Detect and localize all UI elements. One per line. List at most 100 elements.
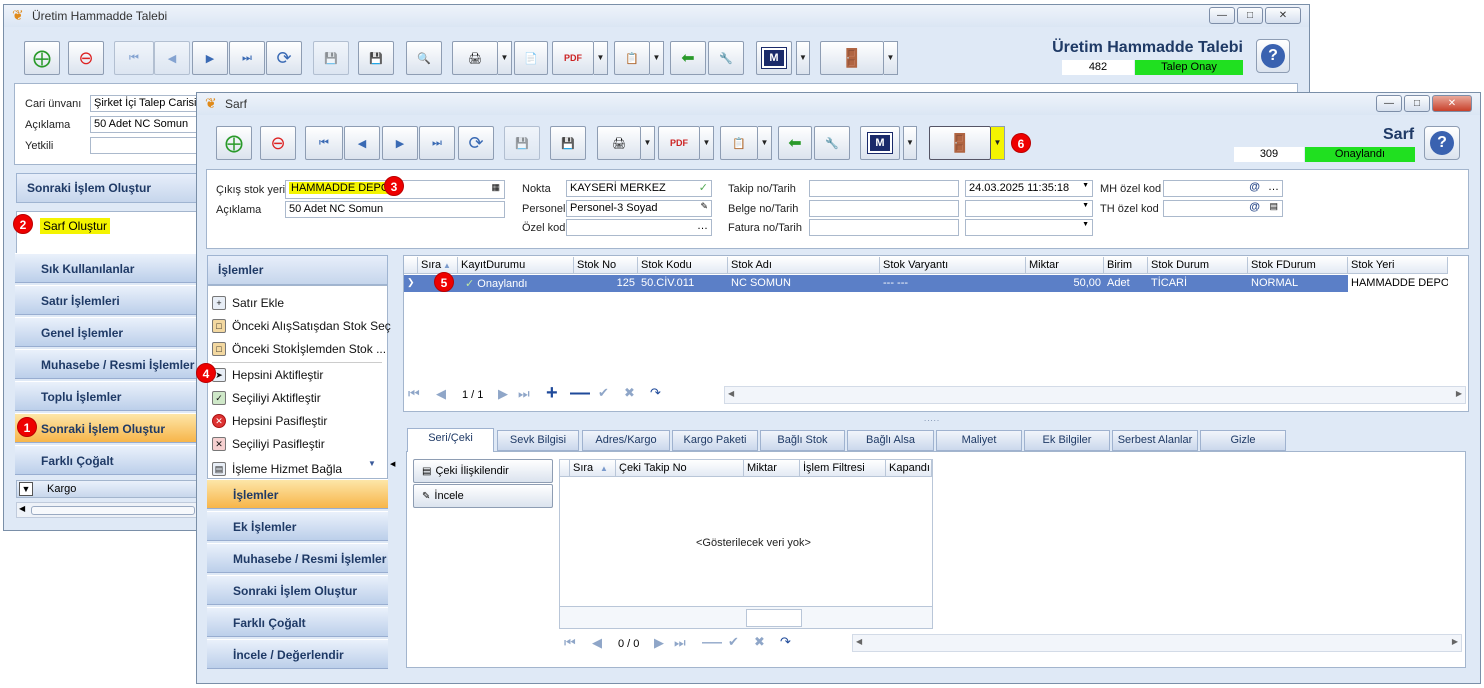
minimize-button[interactable]: — xyxy=(1376,95,1402,112)
tab-seri[interactable]: Seri/Çeki xyxy=(407,428,494,452)
exit-dropdown[interactable]: ▼ xyxy=(991,126,1005,160)
front-nav-islemler[interactable]: İşlemler xyxy=(207,479,388,509)
next-page-icon[interactable]: ▶ xyxy=(498,386,508,402)
mh-field[interactable]: @… xyxy=(1163,180,1283,197)
back-aciklama-field[interactable]: 50 Adet NC Somun xyxy=(90,116,210,133)
action-hepsini-aktif[interactable]: ➤ Hepsini Aktifleştir xyxy=(212,368,323,382)
col-stokyeri[interactable]: Stok Yeri xyxy=(1348,257,1448,274)
action-satir-ekle[interactable]: + Satır Ekle xyxy=(212,296,284,310)
at-icon[interactable]: @ xyxy=(1249,181,1260,193)
back-hscroll[interactable]: ◀ xyxy=(16,502,198,518)
help-button[interactable]: ? xyxy=(1424,126,1460,160)
back-nav-muhasebe[interactable]: Muhasebe / Resmi İşlemler xyxy=(15,349,197,379)
lookup-icon[interactable]: ▦ xyxy=(491,182,500,193)
seri-col-ceki[interactable]: Çeki Takip No xyxy=(616,460,744,477)
belge-no-field[interactable] xyxy=(809,200,959,217)
cancel-icon[interactable]: ✖ xyxy=(754,634,765,650)
print-dropdown[interactable]: ▼ xyxy=(641,126,655,160)
undo-icon[interactable]: ↷ xyxy=(780,634,791,650)
front-nav-muhasebe[interactable]: Muhasebe / Resmi İşlemler xyxy=(207,543,388,573)
last-page-icon[interactable]: ⏭ xyxy=(518,386,530,402)
incele-button[interactable]: ✎ İncele xyxy=(413,484,553,508)
last-record-button[interactable]: ⏭ xyxy=(229,41,265,75)
next-record-button[interactable]: ▶ xyxy=(192,41,228,75)
back-nav-sik[interactable]: Sık Kullanılanlar xyxy=(15,253,197,283)
ellipsis-icon[interactable]: … xyxy=(1268,181,1279,193)
first-page-icon[interactable]: ⏮ xyxy=(564,635,576,651)
cari-field[interactable]: Şirket İçi Talep Carisi xyxy=(90,95,210,112)
next-page-icon[interactable]: ▶ xyxy=(654,635,664,651)
front-nav-farkli[interactable]: Farklı Çoğalt xyxy=(207,607,388,637)
takip-no-field[interactable] xyxy=(809,180,959,197)
personel-field[interactable]: Personel-3 Soyad ✎ xyxy=(566,200,712,217)
print-button[interactable]: 🖨 xyxy=(597,126,641,160)
add-icon[interactable]: + xyxy=(546,382,558,405)
back-arrow-button[interactable]: ⬅ xyxy=(670,41,706,75)
refresh-button[interactable]: ⟳ xyxy=(458,126,494,160)
actions-scroll-down-icon[interactable]: ▼ xyxy=(368,459,376,468)
first-record-button[interactable]: ⏮ xyxy=(305,126,343,160)
collapse-icon[interactable]: ▼ xyxy=(19,482,33,496)
fatura-date-field[interactable]: ▼ xyxy=(965,219,1093,236)
maximize-button[interactable]: □ xyxy=(1404,95,1430,112)
front-left-divider[interactable]: ◀ xyxy=(390,255,398,670)
delete-doc-button[interactable]: ⊖ xyxy=(260,126,296,160)
at-icon[interactable]: @ xyxy=(1249,201,1260,213)
grid-hscroll[interactable]: ◀ ▶ xyxy=(724,386,1466,404)
tab-gizle[interactable]: Gizle xyxy=(1200,430,1286,451)
seri-hscroll[interactable]: ◀ ▶ xyxy=(852,634,1462,652)
tab-kargo-paketi[interactable]: Kargo Paketi xyxy=(672,430,758,451)
exit-button[interactable]: 🚪 xyxy=(820,41,884,75)
edit-icon[interactable]: ✎ xyxy=(700,201,708,212)
print-dropdown[interactable]: ▼ xyxy=(498,41,512,75)
last-record-button[interactable]: ⏭ xyxy=(419,126,455,160)
tab-sevk[interactable]: Sevk Bilgisi xyxy=(497,430,579,451)
back-nav-satir[interactable]: Satır İşlemleri xyxy=(15,285,197,315)
chevron-down-icon[interactable]: ▼ xyxy=(1082,182,1089,189)
remove-icon[interactable]: — xyxy=(570,382,590,405)
action-onceki-stok[interactable]: □ Önceki Stokİşlemden Stok ... xyxy=(212,342,386,356)
col-varyant[interactable]: Stok Varyantı xyxy=(880,257,1026,274)
ozelkod-field[interactable]: … xyxy=(566,219,712,236)
front-nav-ek[interactable]: Ek İşlemler xyxy=(207,511,388,541)
col-kayit[interactable]: KayıtDurumu xyxy=(458,257,574,274)
ellipsis-icon[interactable]: … xyxy=(697,220,708,232)
prev-page-icon[interactable]: ◀ xyxy=(592,635,602,651)
ceki-iliskilendir-button[interactable]: ▤ Çeki İlişkilendir xyxy=(413,459,553,483)
col-birim[interactable]: Birim xyxy=(1104,257,1148,274)
pdf-dropdown[interactable]: ▼ xyxy=(700,126,714,160)
nokta-field[interactable]: KAYSERİ MERKEZ ✓ xyxy=(566,180,712,197)
delete-doc-button[interactable]: ⊖ xyxy=(68,41,104,75)
front-nav-sonraki[interactable]: Sonraki İşlem Oluştur xyxy=(207,575,388,605)
tab-bagli-stok[interactable]: Bağlı Stok xyxy=(760,430,845,451)
seri-col-islem[interactable]: İşlem Filtresi xyxy=(800,460,886,477)
undo-icon[interactable]: ↷ xyxy=(650,385,661,401)
print-button[interactable]: 🖨 xyxy=(452,41,498,75)
front-aciklama-field[interactable]: 50 Adet NC Somun xyxy=(285,201,505,218)
tab-bagli-alsa[interactable]: Bağlı Alsa xyxy=(847,430,934,451)
col-stokkodu[interactable]: Stok Kodu xyxy=(638,257,728,274)
attach-button[interactable]: 📄 xyxy=(514,41,548,75)
list-icon[interactable]: ▤ xyxy=(1269,201,1278,212)
export-button[interactable]: 📋 xyxy=(614,41,650,75)
save-close-button[interactable]: 💾 xyxy=(358,41,394,75)
help-button[interactable]: ? xyxy=(1256,39,1290,73)
refresh-button[interactable]: ⟳ xyxy=(266,41,302,75)
action-onceki-alis[interactable]: □ Önceki AlışSatışdan Stok Seç xyxy=(212,319,391,333)
front-nav-incele[interactable]: İncele / Değerlendir xyxy=(207,639,388,669)
col-miktar[interactable]: Miktar xyxy=(1026,257,1104,274)
fatura-no-field[interactable] xyxy=(809,219,959,236)
minimize-button[interactable]: — xyxy=(1209,7,1235,24)
col-sira[interactable]: Sıra xyxy=(418,257,458,274)
back-nav-sonraki[interactable]: Sonraki İşlem Oluştur xyxy=(15,413,197,443)
seri-col-miktar[interactable]: Miktar xyxy=(744,460,800,477)
close-button[interactable]: ✕ xyxy=(1265,7,1301,24)
first-page-icon[interactable]: ⏮ xyxy=(408,386,420,402)
back-nav-genel[interactable]: Genel İşlemler xyxy=(15,317,197,347)
tab-maliyet[interactable]: Maliyet xyxy=(936,430,1022,451)
action-hepsini-pasif[interactable]: ✕ Hepsini Pasifleştir xyxy=(212,414,327,428)
tools-button[interactable]: 🔧 xyxy=(814,126,850,160)
save-button[interactable]: 💾 xyxy=(504,126,540,160)
chevron-down-icon[interactable]: ▼ xyxy=(1082,202,1089,209)
export-dropdown[interactable]: ▼ xyxy=(650,41,664,75)
